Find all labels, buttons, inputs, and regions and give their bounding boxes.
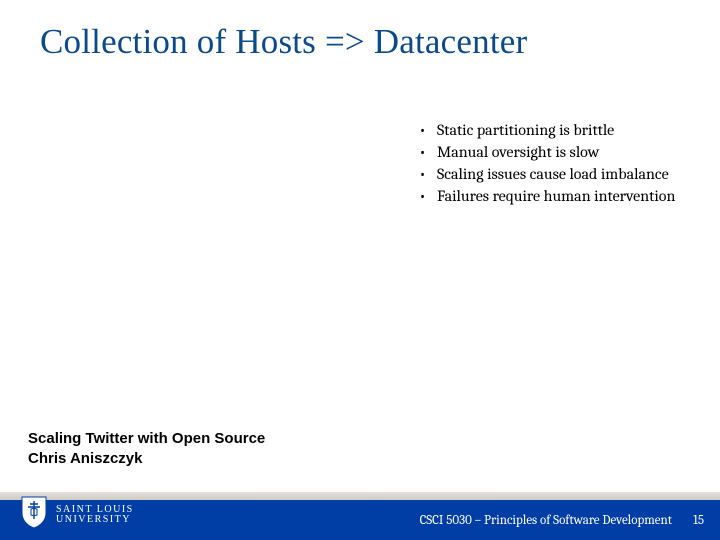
footer: SAINT LOUIS UNIVERSITY CSCI 5030 – Princ… [0,480,720,540]
attribution-title: Scaling Twitter with Open Source [28,429,265,449]
shield-icon [20,495,48,534]
bullet-item: Scaling issues cause load imbalance [415,164,695,184]
logo-text: SAINT LOUIS UNIVERSITY [56,505,134,525]
slide: Collection of Hosts => Datacenter Static… [0,0,720,540]
footer-page-number: 15 [693,513,704,528]
slide-title: Collection of Hosts => Datacenter [40,22,700,62]
bullet-item: Failures require human intervention [415,186,695,206]
bullet-item: Static partitioning is brittle [415,120,695,140]
attribution-author: Chris Aniszczyk [28,449,265,469]
attribution-block: Scaling Twitter with Open Source Chris A… [28,429,265,468]
logo-text-top: SAINT LOUIS [56,505,134,515]
logo-text-bottom: UNIVERSITY [56,515,134,525]
bullet-item: Manual oversight is slow [415,142,695,162]
bullet-list: Static partitioning is brittle Manual ov… [415,120,695,208]
footer-course-label: CSCI 5030 – Principles of Software Devel… [420,513,672,528]
university-logo: SAINT LOUIS UNIVERSITY [20,495,134,534]
